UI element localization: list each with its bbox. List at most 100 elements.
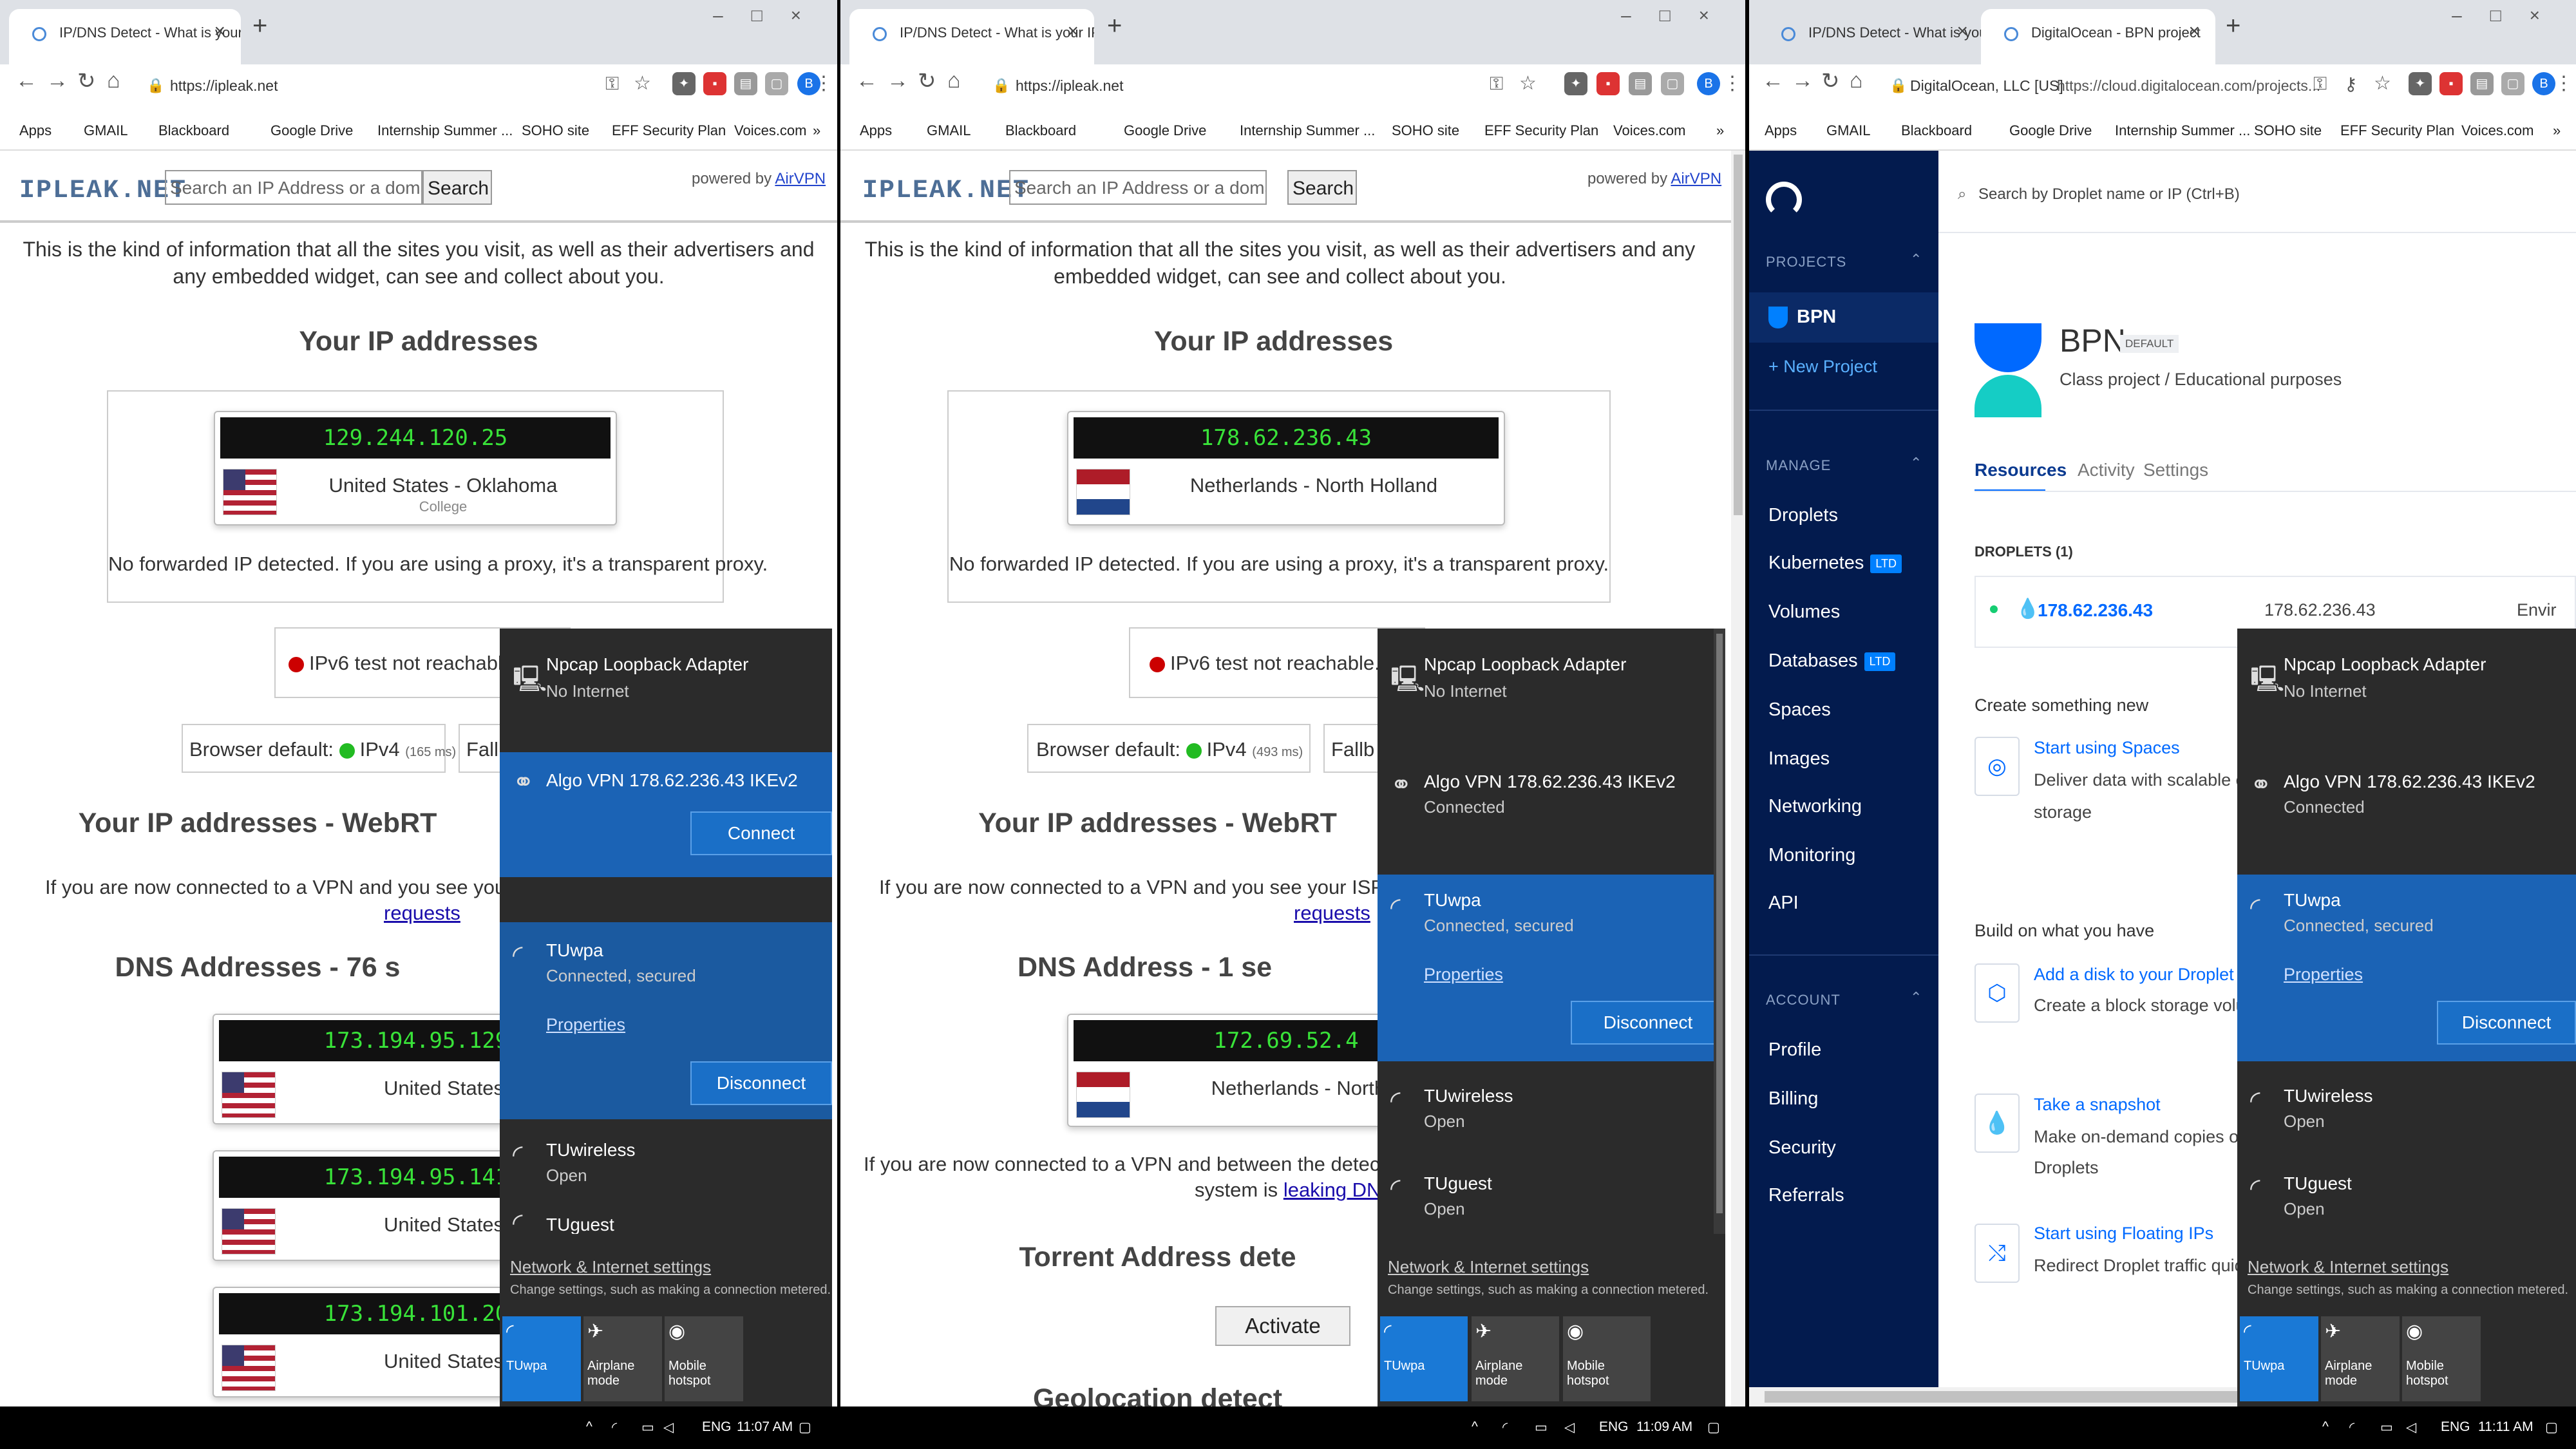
disconnect-button[interactable]: Disconnect (2437, 1001, 2576, 1045)
bookmarks-overflow[interactable]: » (813, 122, 820, 139)
scrollbar[interactable] (1731, 151, 1745, 1406)
extension-red-icon[interactable]: ▪ (2439, 72, 2463, 95)
volume-icon[interactable]: ◁ (2406, 1419, 2416, 1435)
network-item-tuwireless[interactable]: ◜ TUwireless Open (1378, 1073, 1725, 1157)
home-icon[interactable]: ⌂ (107, 68, 120, 93)
notification-icon[interactable]: ▢ (2545, 1419, 2558, 1435)
network-settings-link[interactable]: Network & Internet settings (1388, 1257, 1589, 1277)
tile-wifi[interactable]: ◜ TUwpa (502, 1316, 581, 1401)
window-controls[interactable]: –□× (1621, 5, 1738, 26)
extension-red-icon[interactable]: ▪ (703, 72, 726, 95)
bookmarks-overflow[interactable]: » (2553, 122, 2561, 139)
bookmark-gmail[interactable]: GMAIL (927, 122, 971, 139)
new-project-link[interactable]: + New Project (1768, 357, 1877, 377)
certificate-owner[interactable]: DigitalOcean, LLC [US] (1910, 77, 2063, 95)
bookmark-google-drive[interactable]: Google Drive (270, 122, 353, 139)
extension-doc-icon[interactable]: ▤ (734, 72, 757, 95)
properties-link[interactable]: Properties (1424, 965, 1503, 985)
url-field[interactable]: https://ipleak.net (1016, 77, 1124, 95)
home-icon[interactable]: ⌂ (947, 68, 961, 93)
start-spaces-link[interactable]: Start using Spaces (2034, 738, 2180, 758)
bookmark-google-drive[interactable]: Google Drive (2009, 122, 2092, 139)
back-icon[interactable]: ← (856, 68, 878, 93)
reload-icon[interactable]: ↻ (77, 68, 96, 94)
network-item-algo-vpn[interactable]: ⚭ Algo VPN 178.62.236.43 IKEv2 Connect (500, 752, 832, 877)
bookmark-apps[interactable]: Apps (1765, 122, 1797, 139)
tab-resources[interactable]: Resources (1975, 460, 2067, 480)
tile-airplane[interactable]: ✈ Airplane mode (1472, 1316, 1559, 1401)
search-input[interactable]: Search an IP Address or a domain (1009, 170, 1267, 205)
clock[interactable]: 11:11 AM (2478, 1419, 2533, 1435)
profile-avatar[interactable]: B (2532, 72, 2555, 95)
nav-security[interactable]: Security (1768, 1137, 1836, 1159)
key-icon[interactable]: ⚿ (605, 73, 619, 95)
tile-hotspot[interactable]: ◉ Mobile hotspot (665, 1316, 743, 1401)
airvpn-link[interactable]: AirVPN (775, 170, 826, 187)
forward-icon[interactable]: → (46, 68, 68, 93)
network-item-tuwpa[interactable]: ◜ TUwpa Connected, secured Properties Di… (1378, 875, 1725, 1061)
properties-link[interactable]: Properties (2284, 965, 2363, 985)
bookmark-apps[interactable]: Apps (860, 122, 892, 139)
window-controls[interactable]: –□× (2452, 5, 2568, 26)
tab-digitalocean[interactable]: DigitalOcean - BPN project × (1981, 9, 2215, 64)
chevron-up-icon[interactable]: ^ (2322, 1419, 2329, 1435)
network-item-npcap[interactable]: 🖳 Npcap Loopback Adapter No Internet (500, 629, 832, 751)
extension-red-icon[interactable]: ▪ (1596, 72, 1620, 95)
tile-wifi[interactable]: ◜ TUwpa (2240, 1316, 2318, 1401)
nav-profile[interactable]: Profile (1768, 1039, 1821, 1061)
bookmark-blackboard[interactable]: Blackboard (158, 122, 229, 139)
take-snapshot-link[interactable]: Take a snapshot (2034, 1095, 2161, 1115)
add-disk-link[interactable]: Add a disk to your Droplet (2034, 965, 2234, 985)
disconnect-button[interactable]: Disconnect (690, 1061, 832, 1105)
notification-icon[interactable]: ▢ (799, 1419, 811, 1435)
password-key-icon[interactable]: ⚷ (2344, 73, 2358, 95)
search-button[interactable]: Search (1287, 170, 1357, 205)
site-logo[interactable]: IPLEAK.NET (862, 176, 1030, 205)
tile-hotspot[interactable]: ◉ Mobile hotspot (2402, 1316, 2481, 1401)
close-tab-icon[interactable]: × (2188, 21, 2200, 43)
bookmark-blackboard[interactable]: Blackboard (1901, 122, 1972, 139)
new-tab-icon[interactable]: + (1107, 12, 1122, 41)
bookmark-voices[interactable]: Voices.com (734, 122, 807, 139)
chevron-up-icon[interactable]: ⌃ (1910, 455, 1922, 471)
menu-icon[interactable]: ⋮ (2554, 72, 2573, 95)
wifi-tray-icon[interactable]: ◜ (1502, 1419, 1508, 1435)
window-controls[interactable]: –□× (713, 5, 829, 26)
search-input[interactable]: Search an IP Address or a domain (165, 170, 422, 205)
digitalocean-logo-icon[interactable] (1766, 182, 1802, 218)
extension-grey-icon[interactable]: ▢ (2501, 72, 2524, 95)
requests-link[interactable]: requests (1294, 902, 1370, 925)
flyout-scrollbar[interactable] (1714, 629, 1725, 1234)
forward-icon[interactable]: → (1792, 68, 1814, 93)
network-tray-icon[interactable]: ▭ (2380, 1419, 2393, 1435)
bookmark-soho[interactable]: SOHO site (522, 122, 589, 139)
bookmark-eff[interactable]: EFF Security Plan (2340, 122, 2454, 139)
requests-link[interactable]: requests (384, 902, 460, 925)
key-icon[interactable]: ⚿ (2313, 73, 2327, 95)
language-indicator[interactable]: ENG (2441, 1419, 2470, 1435)
network-item-tuguest[interactable]: ◜ TUguest (500, 1208, 832, 1234)
url-field[interactable]: https://cloud.digitalocean.com/projects.… (2057, 77, 2320, 95)
network-item-tuguest[interactable]: ◜ TUguest Open (2237, 1160, 2576, 1244)
bookmarks-overflow[interactable]: » (1716, 122, 1724, 139)
bookmark-apps[interactable]: Apps (19, 122, 52, 139)
network-item-algo-vpn[interactable]: ⚭ Algo VPN 178.62.236.43 IKEv2 Connected (1378, 744, 1725, 860)
network-item-tuwpa[interactable]: ◜ TUwpa Connected, secured Properties Di… (2237, 875, 2576, 1061)
forward-icon[interactable]: → (887, 68, 909, 93)
floating-ips-link[interactable]: Start using Floating IPs (2034, 1224, 2213, 1244)
back-icon[interactable]: ← (15, 68, 37, 93)
disconnect-button[interactable]: Disconnect (1571, 1001, 1725, 1045)
network-settings-link[interactable]: Network & Internet settings (2248, 1257, 2448, 1277)
reload-icon[interactable]: ↻ (1821, 68, 1840, 94)
network-settings-link[interactable]: Network & Internet settings (510, 1257, 711, 1277)
bookmark-soho[interactable]: SOHO site (2254, 122, 2322, 139)
properties-link[interactable]: Properties (546, 1015, 625, 1035)
tile-hotspot[interactable]: ◉ Mobile hotspot (1563, 1316, 1651, 1401)
network-tray-icon[interactable]: ▭ (1535, 1419, 1548, 1435)
extension-grey-icon[interactable]: ▢ (1661, 72, 1684, 95)
tab-ipleak[interactable]: IP/DNS Detect - What is your IP × (9, 9, 241, 64)
tab-settings[interactable]: Settings (2143, 460, 2208, 480)
bookmark-internship[interactable]: Internship Summer ... (1240, 122, 1375, 139)
bookmark-eff[interactable]: EFF Security Plan (1484, 122, 1598, 139)
extension-grey-icon[interactable]: ▢ (765, 72, 788, 95)
